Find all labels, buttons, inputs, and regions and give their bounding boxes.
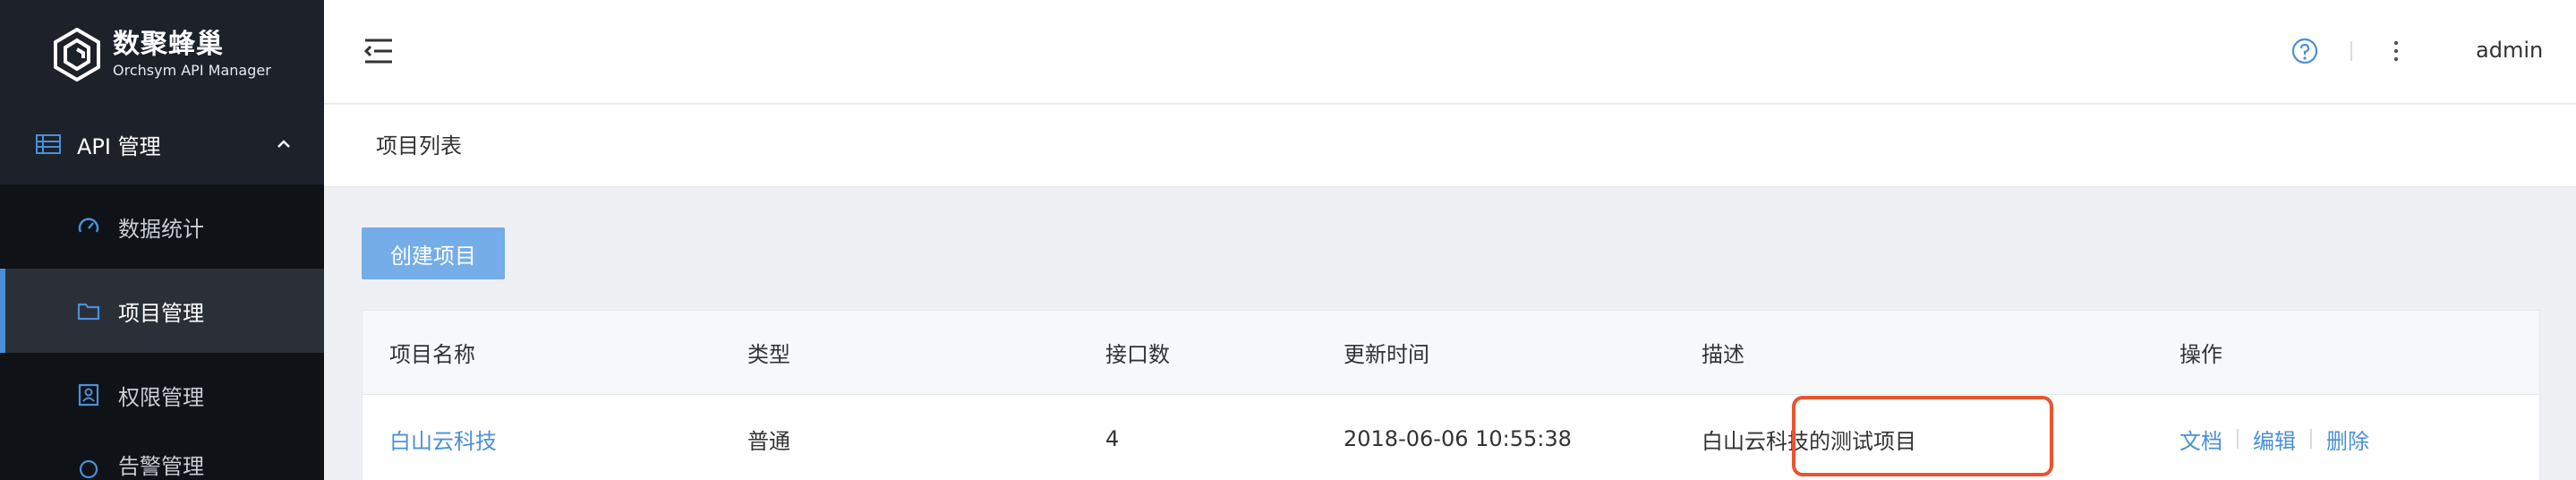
updated-time: 2018-06-06 10:55:38 bbox=[1343, 426, 1572, 451]
project-table: 项目名称 类型 接口数 更新时间 描述 操作 白山云科技 普通 4 2018-0… bbox=[362, 310, 2540, 480]
delete-link[interactable]: 删除 bbox=[2326, 424, 2369, 455]
user-menu[interactable]: admin bbox=[2476, 34, 2543, 66]
sidebar-item-label: 数据统计 bbox=[118, 216, 204, 242]
column-header: 接口数 bbox=[1105, 342, 1170, 367]
row-actions: 文档 编辑 删除 bbox=[2153, 396, 2369, 480]
sidebar: 数聚蜂巢 Orchsym API Manager API 管理 数据统计 项目管… bbox=[0, 0, 324, 480]
actions-highlight-box bbox=[1792, 396, 2053, 476]
project-name-link[interactable]: 白山云科技 bbox=[389, 396, 497, 480]
action-divider bbox=[2310, 429, 2312, 449]
brand-name: 数聚蜂巢 bbox=[113, 29, 224, 60]
header-divider bbox=[2350, 41, 2352, 61]
docs-link[interactable]: 文档 bbox=[2179, 424, 2222, 455]
help-icon[interactable] bbox=[2291, 38, 2318, 64]
column-header: 描述 bbox=[1702, 342, 1744, 367]
gauge-icon bbox=[78, 218, 99, 233]
sidebar-item-projects[interactable]: 项目管理 bbox=[0, 269, 324, 353]
sidebar-item-label: 项目管理 bbox=[118, 300, 204, 326]
top-header: admin bbox=[324, 0, 2576, 104]
page-title: 项目列表 bbox=[376, 133, 462, 159]
sidebar-item-permissions[interactable]: 权限管理 bbox=[0, 353, 324, 437]
column-header: 操作 bbox=[2179, 342, 2222, 367]
action-divider bbox=[2237, 429, 2239, 449]
logo-icon bbox=[54, 28, 100, 81]
folder-icon bbox=[77, 303, 100, 321]
column-header: 项目名称 bbox=[389, 342, 475, 367]
sidebar-item-stats[interactable]: 数据统计 bbox=[0, 184, 324, 269]
menu-collapse-icon[interactable] bbox=[363, 36, 394, 66]
sidebar-group-api[interactable]: API 管理 bbox=[0, 116, 324, 172]
project-type: 普通 bbox=[747, 428, 790, 454]
sidebar-item-alarms[interactable]: 告警管理 bbox=[0, 437, 324, 480]
sidebar-item-label: 权限管理 bbox=[118, 384, 204, 410]
more-vertical-icon[interactable] bbox=[2384, 38, 2408, 64]
sidebar-submenu: 数据统计 项目管理 权限管理 告警管理 bbox=[0, 184, 324, 480]
api-count: 4 bbox=[1105, 426, 1120, 451]
id-card-icon bbox=[78, 383, 99, 407]
breadcrumb: 项目列表 bbox=[324, 105, 2576, 187]
table-row: 白山云科技 普通 4 2018-06-06 10:55:38 白山云科技的测试项… bbox=[363, 396, 2539, 480]
column-header: 类型 bbox=[747, 342, 790, 367]
brand-subtitle: Orchsym API Manager bbox=[113, 62, 271, 79]
table-header: 项目名称 类型 接口数 更新时间 描述 操作 bbox=[363, 311, 2539, 395]
sidebar-group-label: API 管理 bbox=[77, 133, 161, 159]
alarm-icon bbox=[79, 459, 98, 479]
chevron-up-icon bbox=[277, 140, 290, 148]
sidebar-item-label: 告警管理 bbox=[118, 454, 204, 479]
edit-link[interactable]: 编辑 bbox=[2253, 424, 2296, 455]
brand-logo[interactable]: 数聚蜂巢 Orchsym API Manager bbox=[54, 23, 271, 86]
column-header: 更新时间 bbox=[1343, 342, 1429, 367]
create-project-button[interactable]: 创建项目 bbox=[362, 227, 505, 279]
list-icon bbox=[36, 134, 61, 154]
